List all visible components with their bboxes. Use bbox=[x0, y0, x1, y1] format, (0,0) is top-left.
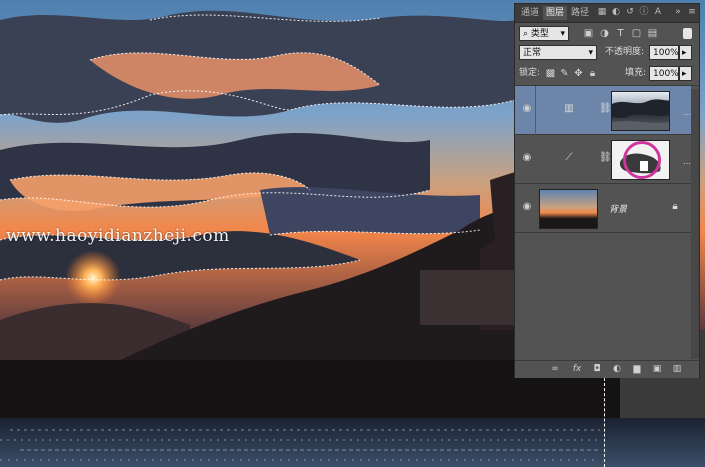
adjust-icon[interactable]: ◐ bbox=[611, 7, 621, 18]
chain-link-icon[interactable]: ⛓︎ bbox=[599, 103, 612, 115]
blend-row: 正常 ▾ 不透明度: 100% ▸ bbox=[515, 45, 699, 60]
mask-icon[interactable]: ◘ bbox=[591, 363, 603, 375]
fill-dropdown-button[interactable]: ▸ bbox=[679, 66, 692, 81]
chevron-down-icon: ▾ bbox=[560, 29, 565, 39]
lock-label: 锁定: bbox=[519, 68, 541, 78]
adjust-filter-icon[interactable]: ◑ bbox=[599, 26, 610, 41]
fx-icon[interactable]: fx bbox=[571, 363, 583, 375]
layer-options-dots[interactable]: … bbox=[683, 108, 691, 117]
tab-layers[interactable]: 图层 bbox=[543, 6, 567, 20]
panel-tab-bar: 通道 图层 路径 ▦ ◐ ↺ ⓘ A » ≡ bbox=[515, 4, 699, 23]
layers-panel: 通道 图层 路径 ▦ ◐ ↺ ⓘ A » ≡ ⌕ 类型 ▾ ▣ ◑ T ▢ ▤ 正… bbox=[514, 3, 700, 378]
watermark-text: www.haoyidianzheji.com bbox=[6, 226, 230, 246]
info-icon[interactable]: ⓘ bbox=[639, 7, 649, 18]
lock-all-icon[interactable]: 🔒︎ bbox=[587, 66, 598, 81]
trash-icon[interactable]: ▥ bbox=[671, 363, 683, 375]
visibility-eye-icon[interactable]: ◉ bbox=[521, 103, 533, 115]
pixel-filter-icon[interactable]: ▣ bbox=[583, 26, 594, 41]
history-icon[interactable]: ↺ bbox=[625, 7, 635, 18]
filter-kind-label: 类型 bbox=[530, 29, 549, 39]
lock-row: 锁定: ▩ ✎ ✥ 🔒︎ 填充: 100% ▸ bbox=[515, 66, 699, 81]
lock-move-icon[interactable]: ✥ bbox=[573, 66, 584, 81]
blend-mode-select[interactable]: 正常 ▾ bbox=[519, 45, 597, 60]
divider bbox=[535, 86, 536, 135]
layers-scrollbar[interactable] bbox=[691, 89, 699, 359]
fill-label: 填充: bbox=[625, 68, 647, 78]
new-layer-icon[interactable]: ▣ bbox=[651, 363, 663, 375]
link-icon[interactable]: ∞ bbox=[549, 363, 561, 375]
layer-row-background[interactable]: ◉ 背景 🔒︎ bbox=[515, 184, 691, 233]
layer-mask-thumbnail[interactable] bbox=[611, 91, 670, 131]
opacity-label: 不透明度: bbox=[605, 47, 645, 57]
visibility-eye-icon[interactable]: ◉ bbox=[521, 152, 533, 164]
chain-link-icon[interactable]: ⛓︎ bbox=[599, 152, 612, 164]
selection-marquee-edge bbox=[604, 378, 605, 467]
opacity-field[interactable]: 100% bbox=[649, 45, 679, 60]
tab-channels[interactable]: 通道 bbox=[519, 6, 541, 20]
highlight-circle bbox=[623, 141, 661, 179]
levels-adjustment-icon: ▥ bbox=[564, 103, 574, 114]
layer-row-curves[interactable]: ◉ ⟋ ⛓︎ … bbox=[515, 135, 691, 184]
lock-icon: 🔒︎ bbox=[672, 201, 678, 212]
style-icon[interactable]: ▦ bbox=[597, 7, 607, 18]
search-icon: ⌕ bbox=[523, 29, 531, 39]
type-filter-icon[interactable]: T bbox=[615, 26, 626, 41]
panel-menu-icon[interactable]: ≡ bbox=[687, 7, 697, 18]
char-icon[interactable]: A bbox=[653, 7, 663, 18]
lock-transparent-icon[interactable]: ▩ bbox=[545, 66, 556, 81]
mask-thumbnail-graphic bbox=[612, 99, 669, 130]
filter-row: ⌕ 类型 ▾ ▣ ◑ T ▢ ▤ bbox=[515, 26, 699, 41]
filter-kind-select[interactable]: ⌕ 类型 ▾ bbox=[519, 26, 569, 41]
blend-mode-value: 正常 bbox=[523, 48, 542, 58]
fill-field[interactable]: 100% bbox=[649, 66, 679, 81]
tab-paths[interactable]: 路径 bbox=[569, 6, 591, 20]
collapse-icon[interactable]: » bbox=[673, 7, 683, 18]
layers-bottom-toolbar: ∞ fx ◘ ◐ ▆ ▣ ▥ bbox=[515, 360, 699, 378]
smart-filter-icon[interactable]: ▤ bbox=[647, 26, 658, 41]
chevron-down-icon: ▾ bbox=[588, 48, 593, 58]
layer-name[interactable]: 背景 bbox=[609, 202, 627, 215]
group-icon[interactable]: ▆ bbox=[631, 363, 643, 375]
adjustment-icon[interactable]: ◐ bbox=[611, 363, 623, 375]
layer-options-dots[interactable]: … bbox=[683, 157, 691, 166]
opacity-dropdown-button[interactable]: ▸ bbox=[679, 45, 692, 60]
layer-thumbnail[interactable] bbox=[539, 189, 598, 229]
visibility-eye-icon[interactable]: ◉ bbox=[521, 201, 533, 213]
shape-filter-icon[interactable]: ▢ bbox=[631, 26, 642, 41]
curves-adjustment-icon: ⟋ bbox=[565, 152, 573, 163]
layer-row-levels[interactable]: ◉ ▥ ⛓︎ … bbox=[515, 86, 691, 135]
filter-toggle[interactable] bbox=[683, 28, 692, 39]
lock-paint-icon[interactable]: ✎ bbox=[559, 66, 570, 81]
